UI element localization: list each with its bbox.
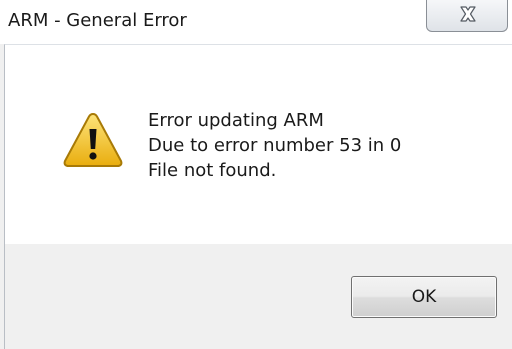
window-title: ARM - General Error: [8, 10, 187, 31]
warning-icon: [63, 113, 123, 167]
message-line-2: Due to error number 53 in 0: [148, 135, 402, 156]
error-dialog-window: ARM - General Error Error updating ARM D…: [0, 0, 512, 349]
title-bar[interactable]: ARM - General Error: [0, 0, 512, 44]
ok-button[interactable]: OK: [351, 276, 497, 318]
message-line-1: Error updating ARM: [148, 110, 324, 131]
message-line-3: File not found.: [148, 160, 277, 181]
close-icon: [460, 6, 476, 22]
close-button[interactable]: [426, 0, 508, 32]
error-message: Error updating ARM Due to error number 5…: [148, 108, 401, 183]
